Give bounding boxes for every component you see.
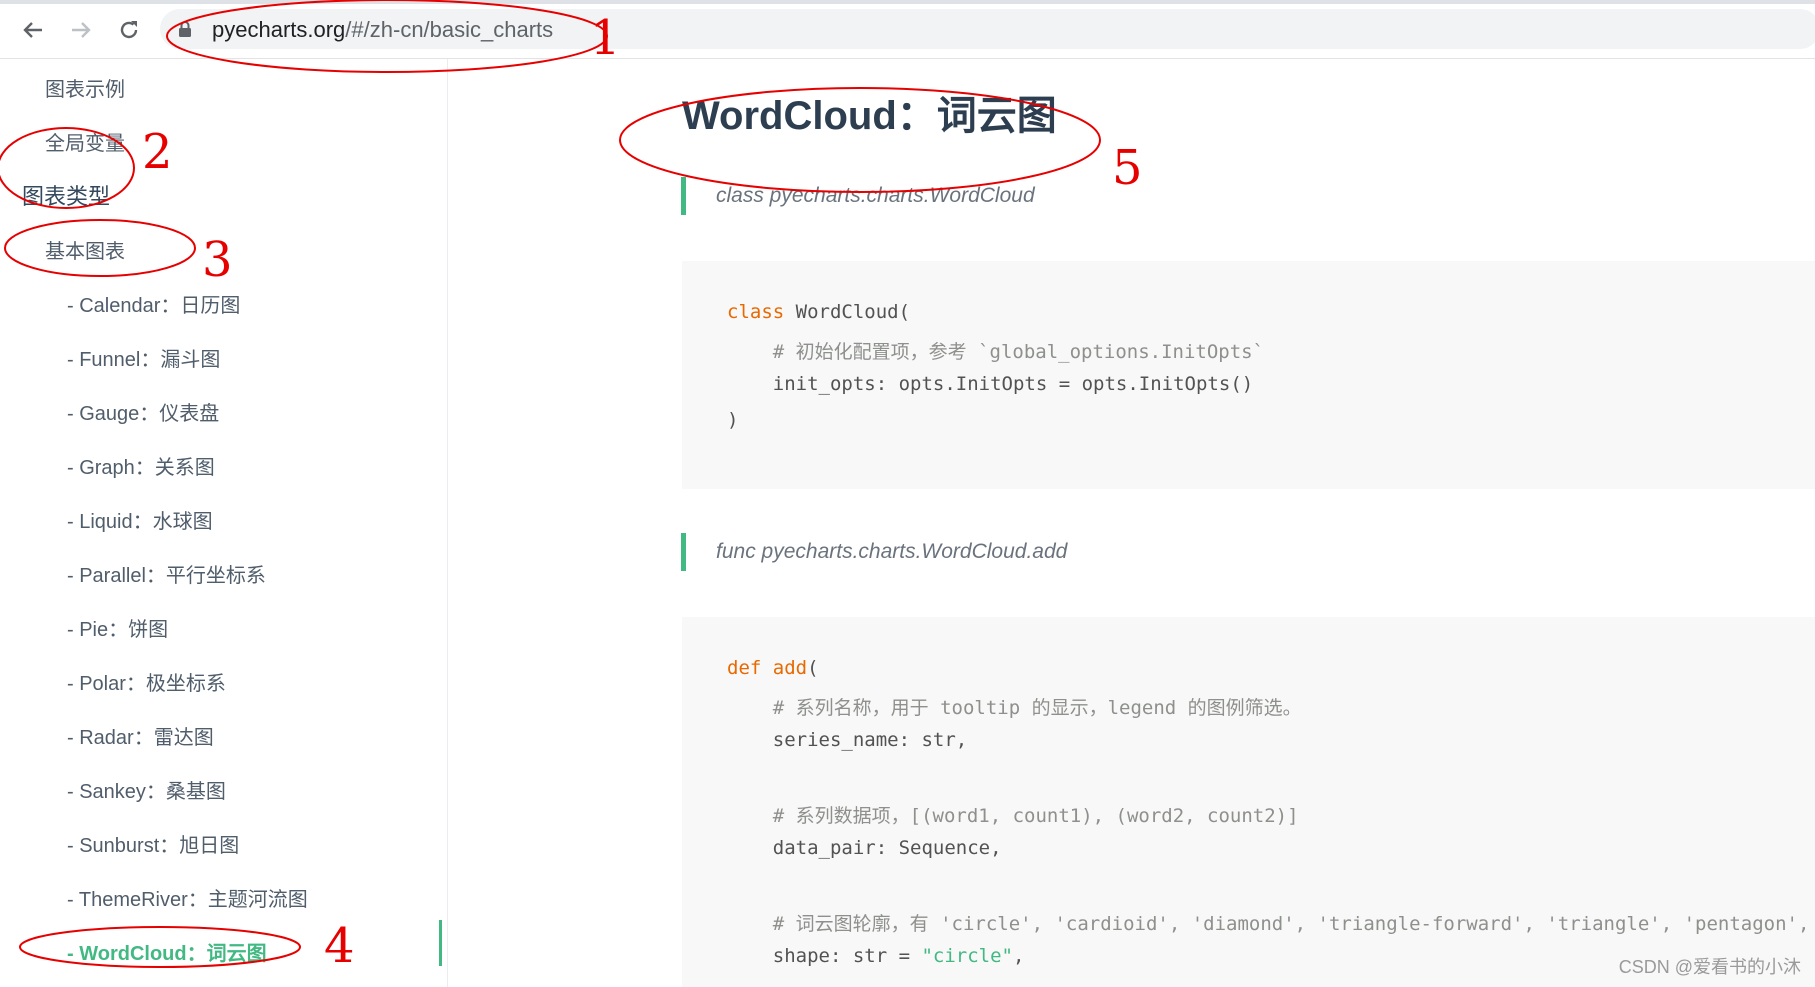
browser-toolbar: pyecharts.org/#/zh-cn/basic_charts: [0, 0, 1815, 59]
reload-icon: [120, 21, 138, 39]
annotation-number-4: 4: [324, 918, 355, 974]
sidebar-item-radar[interactable]: - Radar：雷达图: [67, 721, 214, 750]
annotation-number-1: 1: [590, 10, 621, 66]
code-line: init_opts: opts.InitOpts = opts.InitOpts…: [727, 373, 1254, 395]
code-line: shape: str = "circle",: [727, 945, 1025, 967]
page-title: WordCloud：词云图: [682, 94, 1057, 138]
code-text: shape: str =: [727, 945, 922, 967]
sidebar-item-calendar[interactable]: - Calendar：日历图: [67, 289, 240, 318]
main-content: WordCloud：词云图 class pyecharts.charts.Wor…: [448, 59, 1815, 987]
code-line: class WordCloud(: [727, 301, 910, 323]
annotation-number-3: 3: [202, 232, 233, 288]
url-text[interactable]: pyecharts.org/#/zh-cn/basic_charts: [212, 17, 553, 43]
sidebar-item-funnel[interactable]: - Funnel：漏斗图: [67, 343, 220, 372]
code-text: (: [807, 657, 819, 679]
sidebar-item-global-vars[interactable]: 全局变量: [45, 127, 125, 156]
sidebar-item-liquid[interactable]: - Liquid：水球图: [67, 505, 213, 534]
back-button[interactable]: [16, 13, 50, 47]
active-indicator: [439, 920, 442, 966]
code-block-class: class WordCloud( # 初始化配置项，参考 `global_opt…: [682, 261, 1815, 489]
code-keyword: def: [727, 657, 762, 679]
code-comment: # 词云图轮廓，有 'circle', 'cardioid', 'diamond…: [727, 913, 1810, 935]
code-function-name: add: [761, 657, 808, 679]
annotation-number-5: 5: [1112, 140, 1143, 196]
sidebar-item-themeriver[interactable]: - ThemeRiver：主题河流图: [67, 883, 308, 912]
reload-button[interactable]: [112, 13, 146, 47]
sidebar-item-wordcloud[interactable]: - WordCloud：词云图: [67, 937, 267, 966]
code-string: "circle": [921, 945, 1013, 967]
sidebar-item-gauge[interactable]: - Gauge：仪表盘: [67, 397, 219, 426]
url-path: /#/zh-cn/basic_charts: [345, 17, 554, 42]
code-text: ,: [1012, 945, 1025, 967]
code-keyword: class: [727, 301, 785, 323]
sidebar-item-chart-types[interactable]: 图表类型: [22, 179, 110, 211]
sidebar-item-sankey[interactable]: - Sankey：桑基图: [67, 775, 226, 804]
code-comment: # 系列数据项，[(word1, count1), (word2, count2…: [727, 805, 1299, 827]
code-line: data_pair: Sequence,: [727, 837, 1002, 859]
sidebar-item-sunburst[interactable]: - Sunburst：旭日图: [67, 829, 239, 858]
annotation-number-2: 2: [142, 124, 173, 180]
url-domain: pyecharts.org: [212, 17, 346, 42]
code-comment: # 系列名称，用于 tooltip 的显示，legend 的图例筛选。: [727, 697, 1302, 719]
code-block-add: def add( # 系列名称，用于 tooltip 的显示，legend 的图…: [682, 617, 1815, 987]
address-bar[interactable]: pyecharts.org/#/zh-cn/basic_charts: [160, 9, 1815, 49]
sidebar-item-pie[interactable]: - Pie：饼图: [67, 613, 168, 642]
lock-icon: [179, 21, 191, 37]
sidebar-item-basic-charts[interactable]: 基本图表: [45, 235, 125, 264]
sidebar-item-examples[interactable]: 图表示例: [45, 73, 125, 102]
code-line: series_name: str,: [727, 729, 968, 751]
sidebar-item-polar[interactable]: - Polar：极坐标系: [67, 667, 226, 696]
code-line: def add(: [727, 657, 819, 679]
class-signature: class pyecharts.charts.WordCloud: [681, 177, 1035, 215]
code-comment: # 初始化配置项，参考 `global_options.InitOpts`: [727, 341, 1265, 363]
sidebar-item-parallel[interactable]: - Parallel：平行坐标系: [67, 559, 266, 588]
sidebar-item-graph[interactable]: - Graph：关系图: [67, 451, 215, 480]
code-text: WordCloud(: [784, 301, 911, 323]
func-signature: func pyecharts.charts.WordCloud.add: [681, 533, 1067, 571]
watermark: CSDN @爱看书的小沐: [1618, 957, 1801, 977]
code-line: ): [727, 409, 739, 431]
arrow-right-icon: [72, 22, 91, 38]
forward-button[interactable]: [64, 13, 98, 47]
sidebar: 图表示例 全局变量 图表类型 基本图表 - Calendar：日历图 - Fun…: [0, 59, 448, 987]
arrow-left-icon: [23, 22, 42, 38]
